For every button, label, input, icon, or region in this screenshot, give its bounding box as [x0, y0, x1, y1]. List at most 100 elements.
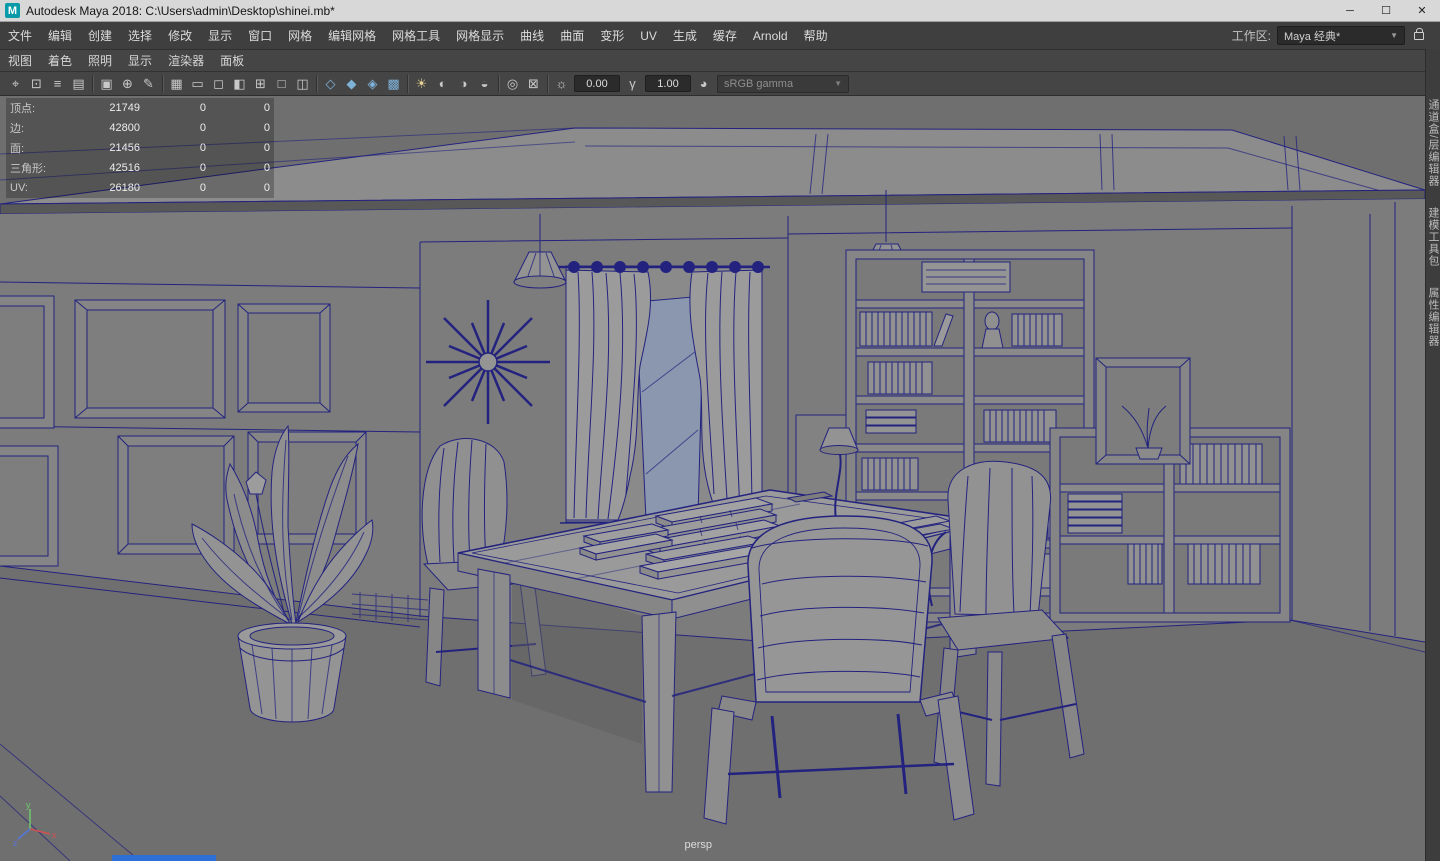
- tab-modeling-toolkit[interactable]: 建模工具包: [1425, 207, 1440, 267]
- hud-value: 0: [140, 142, 206, 154]
- menu-select[interactable]: 选择: [120, 22, 160, 50]
- toolbar-separator: [498, 75, 499, 93]
- window-controls: ─ ☐ ✕: [1332, 0, 1440, 21]
- menu-file[interactable]: 文件: [0, 22, 40, 50]
- film-gate-icon[interactable]: ▭: [187, 74, 208, 94]
- maximize-button[interactable]: ☐: [1368, 0, 1404, 21]
- safe-title-icon[interactable]: ◫: [292, 74, 313, 94]
- toolbar-separator: [162, 75, 163, 93]
- lights-icon[interactable]: ☀: [411, 74, 432, 94]
- panel-menu-show[interactable]: 显示: [120, 50, 160, 72]
- menu-modify[interactable]: 修改: [160, 22, 200, 50]
- menu-curves[interactable]: 曲线: [512, 22, 552, 50]
- panel-menu-renderer[interactable]: 渲染器: [160, 50, 212, 72]
- toolbar-separator: [547, 75, 548, 93]
- viewport-scene[interactable]: [0, 96, 1425, 861]
- select-camera-icon[interactable]: ⌖: [5, 74, 26, 94]
- chevron-down-icon: ▼: [1390, 31, 1398, 40]
- camera-attributes-icon[interactable]: ≡: [47, 74, 68, 94]
- menu-windows[interactable]: 窗口: [240, 22, 280, 50]
- panel-menu-shading[interactable]: 着色: [40, 50, 80, 72]
- panel-menu-lighting[interactable]: 照明: [80, 50, 120, 72]
- menu-create[interactable]: 创建: [80, 22, 120, 50]
- hud-value: 0: [206, 102, 270, 114]
- workspace-selector[interactable]: Maya 经典* ▼: [1277, 26, 1405, 45]
- hud-value: 0: [140, 182, 206, 194]
- axis-y-label: y: [26, 801, 31, 810]
- workspace-lock-icon[interactable]: [1414, 32, 1424, 40]
- image-plane-icon[interactable]: ▣: [96, 74, 117, 94]
- hud-value: 0: [206, 142, 270, 154]
- color-space-dropdown[interactable]: sRGB gamma ▼: [717, 75, 849, 93]
- close-button[interactable]: ✕: [1404, 0, 1440, 21]
- menu-mesh[interactable]: 网格: [280, 22, 320, 50]
- color-management-icon[interactable]: ◕: [693, 74, 714, 94]
- chevron-down-icon: ▼: [834, 79, 842, 88]
- menu-help[interactable]: 帮助: [796, 22, 836, 50]
- bookmark-icon[interactable]: ▤: [68, 74, 89, 94]
- color-space-value: sRGB gamma: [724, 78, 793, 90]
- window-title: Autodesk Maya 2018: C:\Users\admin\Deskt…: [26, 4, 335, 18]
- hud-value: 26180: [72, 182, 140, 194]
- gamma-icon[interactable]: γ: [622, 74, 643, 94]
- menu-uv[interactable]: UV: [632, 22, 665, 50]
- hud-row-faces: 面: 21456 0 0: [6, 138, 274, 158]
- toolbar-separator: [92, 75, 93, 93]
- safe-action-icon[interactable]: □: [271, 74, 292, 94]
- menu-arnold[interactable]: Arnold: [745, 22, 796, 50]
- hud-value: 0: [206, 182, 270, 194]
- maya-app-icon[interactable]: M: [5, 3, 20, 18]
- exposure-field[interactable]: [574, 75, 620, 92]
- taskbar-fragment[interactable]: [112, 855, 216, 861]
- hud-value: 0: [206, 122, 270, 134]
- panel-menu-panels[interactable]: 面板: [212, 50, 252, 72]
- scene-starburst-clock[interactable]: [426, 300, 550, 424]
- isolate-select-icon[interactable]: ◎: [502, 74, 523, 94]
- 2d-pan-zoom-icon[interactable]: ⊕: [117, 74, 138, 94]
- grease-pencil-icon[interactable]: ✎: [138, 74, 159, 94]
- minimize-button[interactable]: ─: [1332, 0, 1368, 21]
- menu-edit[interactable]: 编辑: [40, 22, 80, 50]
- hud-label: UV:: [10, 182, 72, 194]
- menu-surfaces[interactable]: 曲面: [552, 22, 592, 50]
- hud-value: 0: [140, 162, 206, 174]
- workspace-label: 工作区:: [1232, 27, 1271, 44]
- hud-value: 0: [140, 122, 206, 134]
- lock-camera-icon[interactable]: ⊡: [26, 74, 47, 94]
- tab-attribute-editor[interactable]: 属性编辑器: [1425, 287, 1440, 347]
- axis-x-label: x: [52, 830, 57, 840]
- hud-value: 42516: [72, 162, 140, 174]
- tab-channel-box-layer-editor[interactable]: 通道盒/层编辑器: [1425, 99, 1440, 187]
- scene-window[interactable]: [558, 262, 770, 533]
- shadows-icon[interactable]: ◐: [432, 74, 453, 94]
- menu-mesh-tools[interactable]: 网格工具: [384, 22, 448, 50]
- menu-display[interactable]: 显示: [200, 22, 240, 50]
- field-chart-icon[interactable]: ⊞: [250, 74, 271, 94]
- workspace-value: Maya 经典*: [1284, 28, 1340, 44]
- textured-display-icon[interactable]: ◈: [362, 74, 383, 94]
- panel-menu-view[interactable]: 视图: [0, 50, 40, 72]
- xray-icon[interactable]: ⊠: [523, 74, 544, 94]
- gate-mask-icon[interactable]: ◧: [229, 74, 250, 94]
- hud-row-vertices: 顶点: 21749 0 0: [6, 98, 274, 118]
- camera-label: persp: [684, 839, 712, 851]
- ambient-occlusion-icon[interactable]: ◑: [453, 74, 474, 94]
- gamma-field[interactable]: [645, 75, 691, 92]
- use-default-material-icon[interactable]: ▩: [383, 74, 404, 94]
- menu-cache[interactable]: 缓存: [705, 22, 745, 50]
- motion-blur-icon[interactable]: ◒: [474, 74, 495, 94]
- menu-edit-mesh[interactable]: 编辑网格: [320, 22, 384, 50]
- hud-row-edges: 边: 42800 0 0: [6, 118, 274, 138]
- title-bar: M Autodesk Maya 2018: C:\Users\admin\Des…: [0, 0, 1440, 22]
- panel-toolbar: ⌖ ⊡ ≡ ▤ ▣ ⊕ ✎ ▦ ▭ ◻ ◧ ⊞ □ ◫ ◇ ◆ ◈ ▩ ☀ ◐ …: [0, 72, 1440, 96]
- scene-wall-art[interactable]: [1096, 358, 1190, 464]
- grid-icon[interactable]: ▦: [166, 74, 187, 94]
- viewport[interactable]: 顶点: 21749 0 0 边: 42800 0 0 面: 21456 0 0 …: [0, 96, 1425, 861]
- wireframe-display-icon[interactable]: ◇: [320, 74, 341, 94]
- menu-generate[interactable]: 生成: [665, 22, 705, 50]
- exposure-icon[interactable]: ☼: [551, 74, 572, 94]
- resolution-gate-icon[interactable]: ◻: [208, 74, 229, 94]
- menu-mesh-display[interactable]: 网格显示: [448, 22, 512, 50]
- menu-deform[interactable]: 变形: [592, 22, 632, 50]
- smooth-shade-icon[interactable]: ◆: [341, 74, 362, 94]
